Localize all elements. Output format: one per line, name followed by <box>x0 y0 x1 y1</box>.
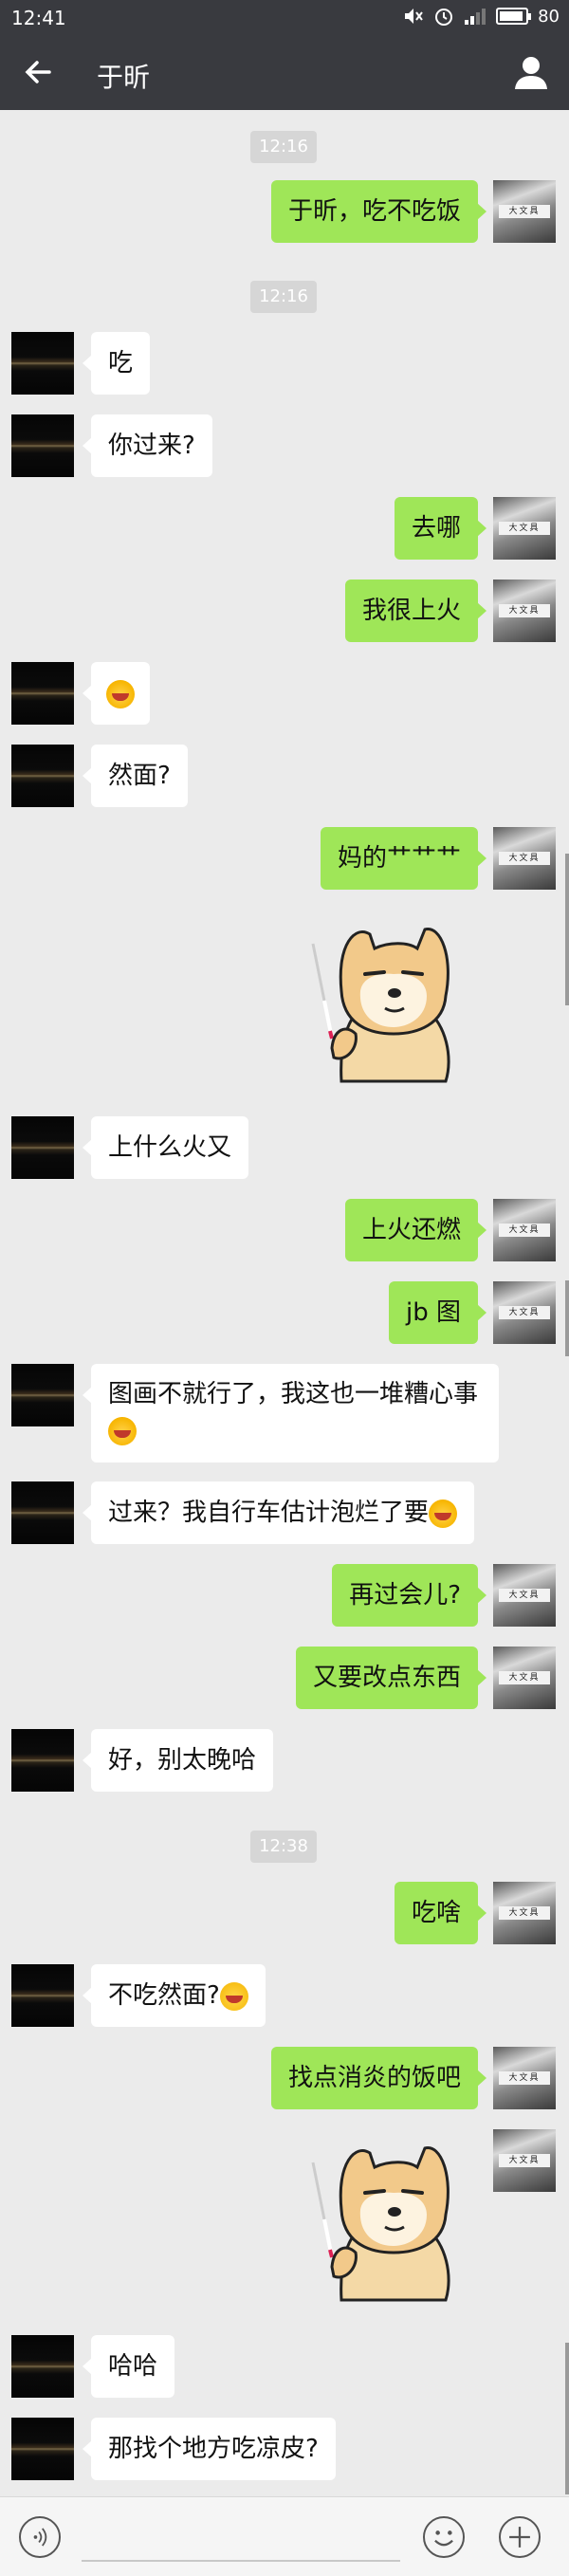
signal-icon <box>465 9 486 25</box>
plus-icon[interactable] <box>499 2516 541 2558</box>
message-input[interactable] <box>82 2560 400 2562</box>
contact-avatar[interactable] <box>11 1964 74 2027</box>
message-bubble-received[interactable]: 过来？我自行车估计泡烂了要 <box>82 1481 475 1544</box>
message-bubble-sent[interactable]: 上火还燃 <box>344 1199 487 1261</box>
laugh-cry-emoji-icon <box>108 1416 137 1445</box>
message-bubble-received[interactable]: 你过来? <box>83 414 212 477</box>
voice-icon[interactable] <box>19 2516 61 2558</box>
message-text: 不吃然面? <box>108 1981 220 2010</box>
chat-title: 于昕 <box>97 62 151 93</box>
timestamp: 12:38 <box>250 1831 317 1863</box>
laugh-cry-emoji-icon <box>106 679 135 708</box>
battery-level: 80 <box>538 6 560 27</box>
status-icons: 80 <box>403 6 560 27</box>
smoking-dog-sticker[interactable] <box>303 2125 474 2305</box>
self-avatar[interactable]: 大文具 <box>493 580 556 642</box>
self-avatar[interactable]: 大文具 <box>493 180 556 243</box>
timestamp: 12:16 <box>250 281 317 313</box>
message-bubble-sent[interactable]: 再过会儿? <box>332 1564 486 1627</box>
message-bubble-received[interactable] <box>83 662 150 725</box>
status-time: 12:41 <box>11 7 66 29</box>
back-arrow-icon[interactable] <box>19 53 57 91</box>
contact-avatar[interactable] <box>11 1116 74 1179</box>
status-bar: 12:41 80 <box>0 0 569 36</box>
message-bubble-sent[interactable]: 吃啥 <box>394 1882 487 1944</box>
contact-avatar[interactable] <box>11 1364 74 1426</box>
self-avatar[interactable]: 大文具 <box>493 1882 556 1944</box>
timestamp: 12:16 <box>250 131 317 163</box>
self-avatar[interactable]: 大文具 <box>493 2047 556 2109</box>
self-avatar[interactable]: 大文具 <box>493 497 556 560</box>
message-bubble-received[interactable]: 上什么火又 <box>82 1116 249 1179</box>
chat-header: 于昕 <box>0 36 569 110</box>
message-text: 过来？我自行车估计泡烂了要 <box>108 1499 430 1527</box>
contact-avatar[interactable] <box>11 745 74 807</box>
contact-avatar[interactable] <box>11 2335 74 2398</box>
contact-avatar[interactable] <box>11 414 74 477</box>
contact-avatar[interactable] <box>11 1481 74 1544</box>
message-bubble-sent[interactable]: 去哪 <box>394 497 487 560</box>
self-avatar[interactable]: 大文具 <box>493 1281 556 1344</box>
self-avatar[interactable]: 大文具 <box>493 2129 556 2192</box>
contact-avatar[interactable] <box>11 1729 74 1792</box>
message-bubble-received[interactable]: 然面? <box>83 745 188 807</box>
user-icon[interactable] <box>512 53 550 91</box>
laugh-cry-emoji-icon <box>429 1499 458 1528</box>
blush-emoji-icon <box>219 1981 248 2011</box>
battery-icon <box>496 8 532 25</box>
message-bubble-sent[interactable]: 又要改点东西 <box>295 1647 487 1709</box>
input-bar <box>0 2496 569 2576</box>
self-avatar[interactable]: 大文具 <box>493 827 556 890</box>
self-avatar[interactable]: 大文具 <box>493 1564 556 1627</box>
message-bubble-sent[interactable]: 找点消炎的饭吧 <box>270 2047 487 2109</box>
contact-avatar[interactable] <box>11 332 74 395</box>
smoking-dog-sticker[interactable] <box>303 906 474 1086</box>
contact-avatar[interactable] <box>11 662 74 725</box>
message-bubble-sent[interactable]: jb 图 <box>389 1281 486 1344</box>
self-avatar[interactable]: 大文具 <box>493 1199 556 1261</box>
contact-avatar[interactable] <box>11 2418 74 2480</box>
self-avatar[interactable]: 大文具 <box>493 1647 556 1709</box>
emoji-icon[interactable] <box>423 2516 465 2558</box>
message-bubble-sent[interactable]: 于昕，吃不吃饭 <box>270 180 487 243</box>
message-bubble-received[interactable]: 图画不就行了，我这也一堆糟心事 <box>83 1364 499 1463</box>
message-text: 图画不就行了，我这也一堆糟心事 <box>108 1380 479 1408</box>
message-bubble-received[interactable]: 吃 <box>82 332 151 395</box>
message-bubble-received[interactable]: 哈哈 <box>82 2335 175 2398</box>
message-bubble-received[interactable]: 那找个地方吃凉皮? <box>83 2418 336 2480</box>
message-bubble-received[interactable]: 不吃然面? <box>83 1964 266 2027</box>
scrollbar[interactable] <box>565 2343 569 2494</box>
scrollbar[interactable] <box>565 854 569 1005</box>
message-bubble-received[interactable]: 好，别太晚哈 <box>82 1729 274 1792</box>
message-bubble-sent[interactable]: 妈的艹艹艹 <box>320 827 487 890</box>
mute-icon <box>405 9 423 24</box>
alarm-icon <box>435 9 453 26</box>
scrollbar[interactable] <box>565 1280 569 1356</box>
message-bubble-sent[interactable]: 我很上火 <box>344 580 487 642</box>
